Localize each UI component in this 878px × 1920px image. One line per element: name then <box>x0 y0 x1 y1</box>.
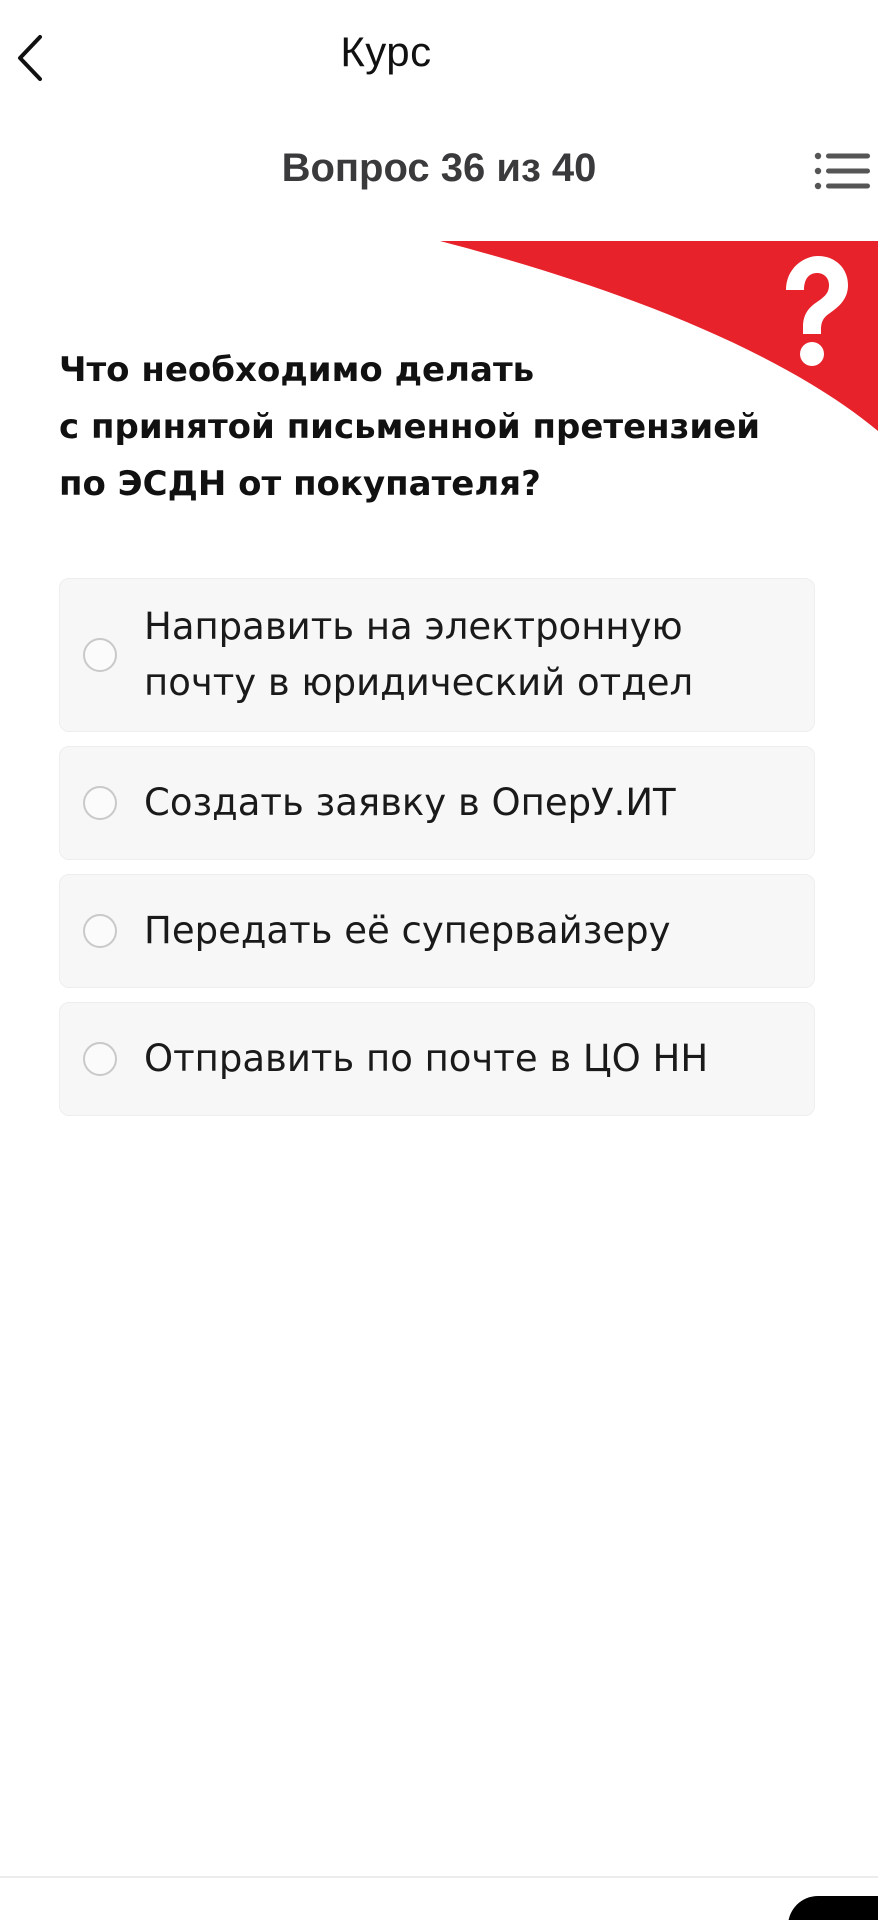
page-title: Курс <box>340 28 432 75</box>
radio-button[interactable] <box>83 638 117 672</box>
radio-button[interactable] <box>83 914 117 948</box>
answer-option-label: Создать заявку в ОперУ.ИТ <box>144 781 676 824</box>
bottom-divider <box>0 1876 878 1878</box>
list-menu-icon <box>814 152 870 190</box>
answer-option-1[interactable]: Направить на электронную почту в юридиче… <box>59 578 815 732</box>
answer-option-2[interactable]: Создать заявку в ОперУ.ИТ <box>59 746 815 860</box>
answer-option-3[interactable]: Передать её супервайзеру <box>59 874 815 988</box>
answer-option-label: Отправить по почте в ЦО НН <box>144 1037 709 1080</box>
question-text: Что необходимо делать с принятой письмен… <box>59 350 761 504</box>
radio-button[interactable] <box>83 1042 117 1076</box>
answer-option-label: Направить на электронную почту в юридиче… <box>144 605 694 704</box>
answer-option-label: Передать её супервайзеру <box>144 909 671 952</box>
quiz-screen: Курс Вопрос 36 из 40 Что необходимо дела… <box>0 0 878 1920</box>
questions-menu-button[interactable] <box>812 148 872 194</box>
question-progress: Вопрос 36 из 40 <box>281 146 597 190</box>
radio-button[interactable] <box>83 786 117 820</box>
answer-options: Направить на электронную почту в юридиче… <box>59 578 815 1130</box>
answer-option-4[interactable]: Отправить по почте в ЦО НН <box>59 1002 815 1116</box>
next-button[interactable] <box>788 1896 878 1920</box>
